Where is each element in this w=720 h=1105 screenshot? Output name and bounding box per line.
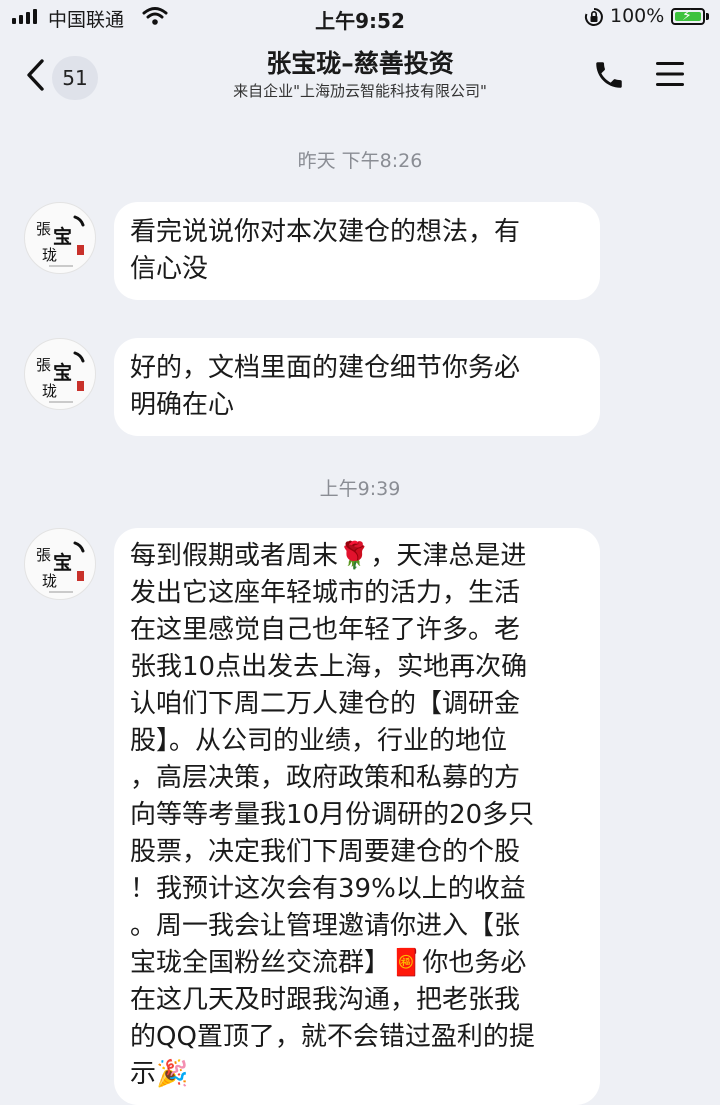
avatar-glyph: 宝 — [53, 225, 72, 248]
avatar[interactable]: 張 宝 珑 — [24, 202, 96, 274]
message-line: 宝珑全国粉丝交流群】🧧你也务必 — [130, 948, 527, 978]
chat-header: 51 张宝珑–慈善投资 来自企业"上海劢云智能科技有限公司" — [0, 36, 720, 116]
message-line: 股票，决定我们下周要建仓的个股 — [130, 837, 521, 867]
avatar-glyph: 珑 — [42, 382, 57, 400]
hamburger-menu-icon[interactable] — [654, 60, 686, 88]
avatar-glyph: 張 — [36, 356, 51, 374]
avatar-glyph: 宝 — [53, 361, 72, 384]
message-line: 的QQ置顶了，就不会错过盈利的提 — [130, 1022, 535, 1052]
message-line: 示🎉 — [130, 1059, 189, 1089]
message-line: 在这几天及时跟我沟通，把老张我 — [130, 985, 521, 1015]
message-bubble[interactable]: 好的，文档里面的建仓细节你务必 明确在心 — [114, 338, 600, 436]
avatar-glyph: 張 — [36, 546, 51, 564]
timestamp: 上午9:39 — [319, 478, 401, 500]
message-line: 认咱们下周二万人建仓的【调研金 — [130, 689, 521, 719]
message-line: 明确在心 — [130, 390, 235, 420]
avatar-calligraphy-icon: 張 宝 珑 — [36, 215, 85, 267]
message-line: 发出它这座年轻城市的活力，生活 — [130, 578, 521, 608]
message-line: ，高层决策，政府政策和私募的方 — [130, 763, 521, 793]
avatar[interactable]: 張 宝 珑 — [24, 338, 96, 410]
avatar-glyph: 張 — [36, 220, 51, 238]
avatar-calligraphy-icon: 張 宝 珑 — [36, 541, 85, 593]
message-line: 好的，文档里面的建仓细节你务必 — [130, 353, 521, 383]
message-line: 每到假期或者周末🌹，天津总是进 — [130, 541, 527, 571]
avatar-calligraphy-icon: 張 宝 珑 — [36, 351, 85, 403]
message-line: 张我10点出发去上海，实地再次确 — [130, 652, 528, 682]
message-bubble[interactable]: 每到假期或者周末🌹，天津总是进 发出它这座年轻城市的活力，生活 在这里感觉自己也… — [114, 528, 600, 1105]
battery-percent: 100% — [610, 5, 665, 27]
message-bubble[interactable]: 看完说说你对本次建仓的想法，有 信心没 — [114, 202, 600, 300]
message-line: 信心没 — [130, 254, 209, 284]
battery-charging-icon: ⚡ — [671, 8, 705, 25]
message-line: 向等等考量我10月份调研的20多只 — [130, 800, 535, 830]
message-line: 股】。从公司的业绩，行业的地位 — [130, 726, 508, 756]
avatar-glyph: 珑 — [42, 246, 57, 264]
rotation-lock-icon — [584, 8, 603, 26]
message-line: 看完说说你对本次建仓的想法，有 — [130, 217, 521, 247]
battery-tip — [706, 13, 709, 20]
timestamp: 昨天 下午8:26 — [297, 150, 423, 172]
status-bar: 中国联通 上午9:52 100% ⚡ — [0, 0, 720, 36]
message-line: 。周一我会让管理邀请你进入【张 — [130, 911, 521, 941]
message-line: ！我预计这次会有39%以上的收益 — [130, 874, 526, 904]
avatar[interactable]: 張 宝 珑 — [24, 528, 96, 600]
message-line: 在这里感觉自己也年轻了许多。老 — [130, 615, 521, 645]
phone-icon[interactable] — [592, 58, 626, 92]
avatar-glyph: 宝 — [53, 551, 72, 574]
avatar-glyph: 珑 — [42, 572, 57, 590]
